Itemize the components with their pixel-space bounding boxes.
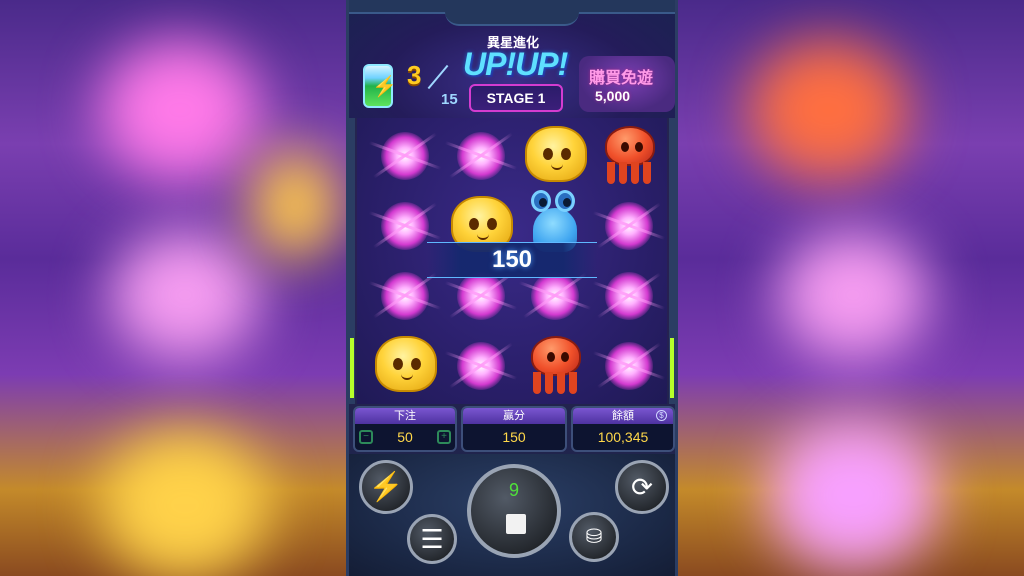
lightning-bolt-glyph: ⚡	[372, 76, 397, 98]
balance-panel: 餘額 $ 100,345	[571, 406, 675, 452]
lightning-icon: ⚡	[368, 471, 404, 502]
stage-badge: STAGE 1	[469, 84, 563, 112]
bet-panel: 下注 50 − +	[353, 406, 457, 452]
autoplay-cycle-icon: ⟳	[631, 472, 653, 502]
yellow-blob-icon	[525, 126, 587, 182]
blurred-background-right	[678, 0, 1024, 576]
star-burst-icon	[605, 342, 653, 390]
collect-counter-divider	[427, 64, 449, 90]
win-amount-text: 150	[491, 246, 533, 273]
hamburger-menu-icon: ☰	[420, 524, 444, 554]
win-panel: 贏分 150	[461, 406, 567, 452]
red-octopus-icon	[527, 336, 585, 398]
right-rail-light	[670, 338, 674, 398]
win-label: 贏分	[463, 408, 565, 424]
star-burst-icon	[605, 272, 653, 320]
star-burst-icon	[381, 272, 429, 320]
star-burst-icon	[457, 272, 505, 320]
red-octopus-icon	[601, 126, 659, 188]
coin-stack-icon: ⛁	[585, 526, 603, 548]
bet-increase-button[interactable]: +	[437, 430, 451, 444]
bet-decrease-button[interactable]: −	[359, 430, 373, 444]
symbol-star	[367, 122, 443, 192]
game-logo: UP!UP!	[463, 46, 568, 82]
star-burst-icon	[381, 132, 429, 180]
top-header: ⚡ 3 15 異星進化 UP!UP! STAGE 1 購買免遊 5,000	[349, 0, 675, 118]
left-rail	[349, 118, 355, 404]
star-burst-icon	[457, 342, 505, 390]
symbol-red-octopus	[591, 122, 667, 192]
symbol-yellow-blob	[367, 332, 443, 402]
symbol-star	[443, 332, 519, 402]
spin-count: 9	[508, 480, 519, 500]
spin-stop-button[interactable]: 9	[467, 464, 561, 558]
collect-counter-current: 3	[407, 60, 422, 90]
top-frame-notch	[445, 0, 579, 26]
game-screen: ⚡ 3 15 異星進化 UP!UP! STAGE 1 購買免遊 5,000 15…	[0, 0, 1024, 576]
stop-square-icon	[506, 514, 526, 534]
control-bar: ⚡ ☰ 9 ⛁ ⟳	[349, 454, 675, 576]
symbol-yellow-blob	[517, 122, 593, 192]
buy-free-games-button[interactable]: 購買免遊 5,000	[579, 56, 675, 112]
right-rail	[669, 118, 675, 404]
win-amount-banner: 150	[427, 242, 597, 278]
autoplay-button[interactable]: ⟳	[615, 460, 669, 514]
win-value: 150	[502, 429, 526, 445]
star-burst-icon	[605, 202, 653, 250]
info-icon[interactable]: $	[656, 410, 667, 421]
reel-grid: 150	[357, 118, 667, 404]
menu-button[interactable]: ☰	[407, 514, 457, 564]
symbol-star	[443, 122, 519, 192]
balance-value: 100,345	[597, 429, 649, 445]
game-viewport: ⚡ 3 15 異星進化 UP!UP! STAGE 1 購買免遊 5,000 15…	[346, 0, 678, 576]
buy-free-games-price: 5,000	[595, 88, 631, 104]
bet-label: 下注	[355, 408, 455, 424]
collect-counter-total: 15	[441, 91, 458, 108]
left-rail-light	[350, 338, 354, 398]
star-burst-icon	[531, 272, 579, 320]
symbol-red-octopus	[517, 332, 593, 402]
turbo-button[interactable]: ⚡	[359, 460, 413, 514]
star-burst-icon	[381, 202, 429, 250]
symbol-star	[591, 332, 667, 402]
symbol-star	[591, 262, 667, 332]
blurred-background-left	[0, 0, 350, 576]
battery-charge-icon: ⚡	[363, 64, 397, 108]
star-burst-icon	[457, 132, 505, 180]
buy-free-games-label: 購買免遊	[589, 70, 654, 87]
yellow-blob-icon	[375, 336, 437, 392]
symbol-star	[591, 192, 667, 262]
coin-bet-button[interactable]: ⛁	[569, 512, 619, 562]
